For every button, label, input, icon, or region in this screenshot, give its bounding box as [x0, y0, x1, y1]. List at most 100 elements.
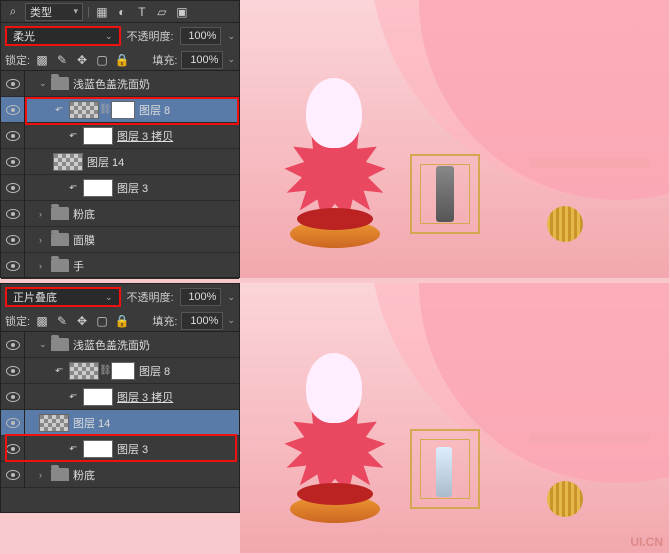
- visibility-toggle[interactable]: [1, 253, 25, 279]
- canvas-preview-top: [240, 0, 669, 278]
- blend-mode-dropdown[interactable]: 正片叠底⌄: [5, 287, 121, 307]
- layer-group[interactable]: › 粉底: [1, 462, 239, 488]
- layer-name[interactable]: 图层 3 拷贝: [117, 389, 173, 405]
- eye-icon: [6, 418, 20, 428]
- chevron-down-icon[interactable]: ⌄: [227, 31, 235, 42]
- clip-icon: ⬐: [69, 442, 83, 456]
- opacity-input[interactable]: 100%: [180, 27, 222, 45]
- eye-icon: [6, 131, 20, 141]
- group-name[interactable]: 浅蓝色盖洗面奶: [73, 76, 150, 92]
- canvas-preview-bottom: UI.CN: [240, 283, 669, 553]
- group-name[interactable]: 粉底: [73, 467, 95, 483]
- layer-thumbnail: [69, 101, 99, 119]
- lock-move-icon[interactable]: ✥: [74, 52, 90, 68]
- lock-move-icon[interactable]: ✥: [74, 313, 90, 329]
- visibility-toggle[interactable]: [1, 175, 25, 201]
- chevron-down-icon[interactable]: ⌄: [227, 292, 235, 303]
- filter-type-dropdown[interactable]: 类型▾: [25, 3, 83, 21]
- lock-brush-icon[interactable]: ✎: [54, 313, 70, 329]
- fill-label: 填充:: [152, 313, 177, 329]
- visibility-toggle[interactable]: [1, 227, 25, 253]
- layer-group[interactable]: › 面膜: [1, 227, 239, 253]
- filter-text-icon[interactable]: T: [134, 4, 150, 20]
- layer-name[interactable]: 图层 14: [87, 154, 124, 170]
- filter-shape-icon[interactable]: ▱: [154, 4, 170, 20]
- layer-row[interactable]: ⬐ 图层 3 拷贝: [1, 123, 239, 149]
- filter-smart-icon[interactable]: ▣: [174, 4, 190, 20]
- lock-trans-icon[interactable]: ▩: [34, 52, 50, 68]
- fill-label: 填充:: [152, 52, 177, 68]
- opacity-input[interactable]: 100%: [180, 288, 222, 306]
- folder-icon: [51, 233, 69, 246]
- eye-icon: [6, 79, 20, 89]
- layer-name[interactable]: 图层 3: [117, 441, 148, 457]
- layer-name[interactable]: 图层 14: [73, 415, 110, 431]
- group-name[interactable]: 手: [73, 258, 84, 274]
- lock-brush-icon[interactable]: ✎: [54, 52, 70, 68]
- lock-artboard-icon[interactable]: ▢: [94, 313, 110, 329]
- visibility-toggle[interactable]: [1, 384, 25, 410]
- layer-name[interactable]: 图层 8: [139, 102, 170, 118]
- visibility-toggle[interactable]: [1, 149, 25, 175]
- layer-thumbnail: [53, 153, 83, 171]
- filter-row: ⌕ 类型▾ | ▦ ◐ T ▱ ▣: [1, 1, 239, 23]
- filter-adjust-icon[interactable]: ◐: [114, 4, 130, 20]
- group-name[interactable]: 面膜: [73, 232, 95, 248]
- fill-input[interactable]: 100%: [181, 51, 223, 69]
- layer-group[interactable]: › 粉底: [1, 201, 239, 227]
- layers-panel-top: ⌕ 类型▾ | ▦ ◐ T ▱ ▣ 柔光⌄ 不透明度: 100% ⌄ 锁定: ▩…: [0, 0, 240, 278]
- disclosure-icon[interactable]: ›: [39, 235, 51, 245]
- eye-icon: [6, 470, 20, 480]
- lock-trans-icon[interactable]: ▩: [34, 313, 50, 329]
- disclosure-icon[interactable]: ›: [39, 209, 51, 219]
- visibility-toggle[interactable]: [1, 332, 25, 358]
- visibility-toggle[interactable]: [1, 71, 25, 97]
- fill-input[interactable]: 100%: [181, 312, 223, 330]
- layer-group[interactable]: ›手: [1, 253, 239, 279]
- layer-row[interactable]: 图层 14: [1, 410, 239, 436]
- lock-row: 锁定: ▩ ✎ ✥ ▢ 🔒 填充: 100% ⌄: [1, 49, 239, 71]
- layer-row[interactable]: ⬐ ⛓ 图层 8: [1, 358, 239, 384]
- blend-mode-dropdown[interactable]: 柔光⌄: [5, 26, 121, 46]
- layer-name[interactable]: 图层 3 拷贝: [117, 128, 173, 144]
- chevron-down-icon[interactable]: ⌄: [227, 315, 235, 326]
- visibility-toggle[interactable]: [1, 201, 25, 227]
- layer-row[interactable]: 图层 14: [1, 149, 239, 175]
- lock-all-icon[interactable]: 🔒: [114, 313, 130, 329]
- layer-name[interactable]: 图层 8: [139, 363, 170, 379]
- disclosure-icon[interactable]: ⌄: [39, 78, 51, 89]
- eye-icon: [6, 157, 20, 167]
- clip-icon: ⬐: [69, 129, 83, 143]
- layer-row[interactable]: ⬐图层 3 拷贝: [1, 384, 239, 410]
- disclosure-icon[interactable]: ›: [39, 470, 51, 480]
- layer-row[interactable]: ⬐ 图层 3: [1, 436, 239, 462]
- layer-row[interactable]: ⬐图层 3: [1, 175, 239, 201]
- lantern-graphic: [547, 481, 583, 517]
- filter-pixel-icon[interactable]: ▦: [94, 4, 110, 20]
- chevron-down-icon: ⌄: [105, 292, 113, 303]
- layer-group[interactable]: ⌄ 浅蓝色盖洗面奶: [1, 332, 239, 358]
- disclosure-icon[interactable]: ›: [39, 261, 51, 271]
- chevron-down-icon[interactable]: ⌄: [227, 54, 235, 65]
- layer-name[interactable]: 图层 3: [117, 180, 148, 196]
- visibility-toggle[interactable]: [1, 358, 25, 384]
- watermark: UI.CN: [630, 535, 663, 549]
- disclosure-icon[interactable]: ⌄: [39, 339, 51, 350]
- link-icon: ⛓: [99, 365, 109, 376]
- visibility-toggle[interactable]: [1, 410, 25, 436]
- group-name[interactable]: 浅蓝色盖洗面奶: [73, 337, 150, 353]
- visibility-toggle[interactable]: [1, 123, 25, 149]
- lock-all-icon[interactable]: 🔒: [114, 52, 130, 68]
- visibility-toggle[interactable]: [1, 97, 25, 123]
- layer-row[interactable]: ⬐⛓图层 8: [1, 97, 239, 123]
- visibility-toggle[interactable]: [1, 436, 25, 462]
- lock-artboard-icon[interactable]: ▢: [94, 52, 110, 68]
- group-name[interactable]: 粉底: [73, 206, 95, 222]
- search-icon: ⌕: [5, 4, 21, 20]
- clip-icon: ⬐: [55, 364, 69, 378]
- eye-icon: [6, 105, 20, 115]
- layer-group[interactable]: ⌄ 浅蓝色盖洗面奶: [1, 71, 239, 97]
- visibility-toggle[interactable]: [1, 462, 25, 488]
- blend-row: 柔光⌄ 不透明度: 100% ⌄: [1, 23, 239, 49]
- layer-thumbnail: [39, 414, 69, 432]
